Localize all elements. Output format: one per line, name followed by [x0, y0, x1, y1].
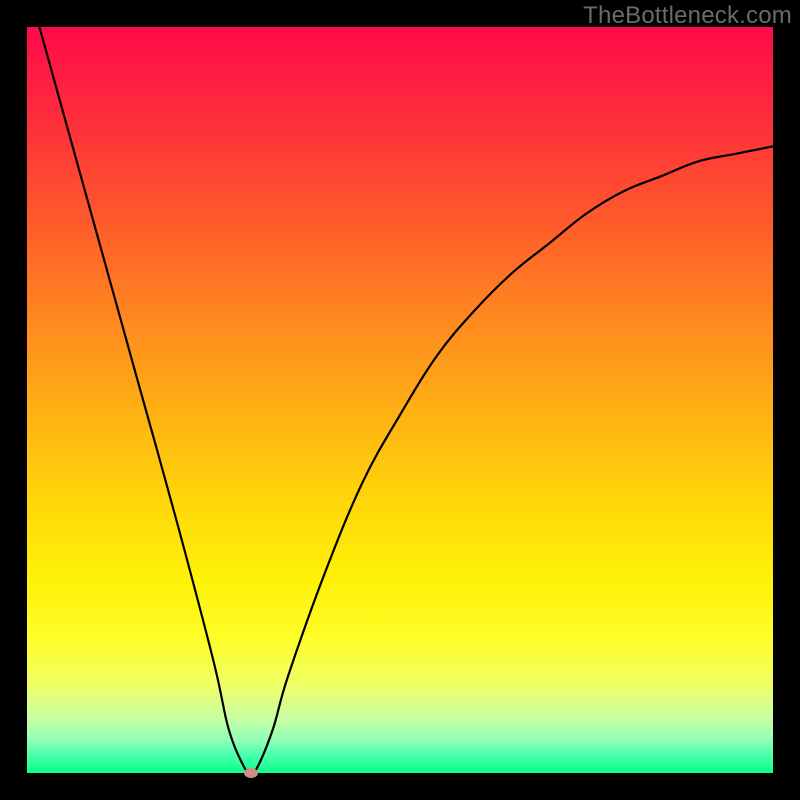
watermark-text: TheBottleneck.com [583, 2, 792, 30]
bottleneck-curve [27, 27, 773, 773]
optimum-marker [244, 768, 258, 778]
plot-area [27, 27, 773, 773]
chart-frame: TheBottleneck.com [0, 0, 800, 800]
